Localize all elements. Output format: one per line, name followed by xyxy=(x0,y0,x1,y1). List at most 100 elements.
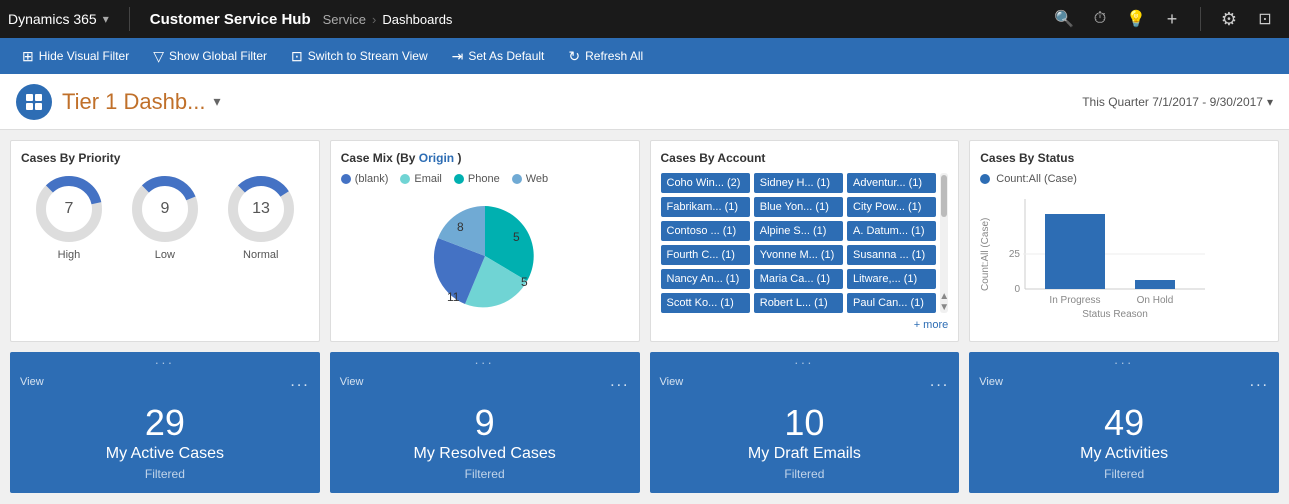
account-tag[interactable]: Fourth C... (1) xyxy=(661,245,750,265)
svg-text:5: 5 xyxy=(513,230,520,244)
donut-low-svg: 9 xyxy=(129,173,201,245)
svg-text:8: 8 xyxy=(457,220,464,234)
refresh-all-button[interactable]: ↻ Refresh All xyxy=(558,44,653,69)
legend-email-label: Email xyxy=(414,173,442,185)
module-name[interactable]: Customer Service Hub xyxy=(138,11,323,28)
settings-icon[interactable]: ⚙ xyxy=(1213,3,1245,35)
legend-web: Web xyxy=(512,173,548,185)
metric-dots-3[interactable]: ... xyxy=(1250,373,1269,391)
metric-name-2: My Draft Emails xyxy=(748,445,861,463)
help-icon[interactable]: ⊡ xyxy=(1249,3,1281,35)
metric-body-2: 10 My Draft Emails Filtered xyxy=(650,395,960,493)
metric-header-3: View ... xyxy=(969,367,1279,395)
pie-container: 5 5 8 11 xyxy=(341,191,629,321)
plus-icon[interactable]: + xyxy=(1156,3,1188,35)
case-mix-title: Case Mix (By Origin ) xyxy=(341,151,629,165)
breadcrumb-current: Dashboards xyxy=(382,12,452,27)
dashboard-header: Tier 1 Dashb... ▾ This Quarter 7/1/2017 … xyxy=(0,74,1289,130)
account-tag[interactable]: A. Datum... (1) xyxy=(847,221,936,241)
date-range-chevron[interactable]: ▾ xyxy=(1267,95,1273,109)
hide-visual-filter-label: Hide Visual Filter xyxy=(39,49,129,63)
legend-email: Email xyxy=(400,173,442,185)
clock-icon[interactable]: ⏱ xyxy=(1084,3,1116,35)
pie-legend: (blank) Email Phone Web xyxy=(341,173,629,185)
date-range-label: This Quarter 7/1/2017 - 9/30/2017 xyxy=(1082,95,1263,109)
breadcrumb-service[interactable]: Service xyxy=(323,12,366,27)
metric-dots-1[interactable]: ... xyxy=(610,373,629,391)
scroll-arrow-down[interactable]: ▼ xyxy=(939,302,949,313)
account-tag[interactable]: City Pow... (1) xyxy=(847,197,936,217)
account-tag[interactable]: Sidney H... (1) xyxy=(754,173,843,193)
svg-text:11: 11 xyxy=(447,290,460,304)
search-icon[interactable]: 🔍 xyxy=(1048,3,1080,35)
cases-by-status-card: Cases By Status Count:All (Case) Count:A… xyxy=(969,140,1279,342)
bell-icon[interactable]: 💡 xyxy=(1120,3,1152,35)
account-tag[interactable]: Scott Ko... (1) xyxy=(661,293,750,313)
metric-header-2: View ... xyxy=(650,367,960,395)
account-tag[interactable]: Adventur... (1) xyxy=(847,173,936,193)
dashboard-dropdown-icon[interactable]: ▾ xyxy=(213,93,220,110)
account-tag[interactable]: Nancy An... (1) xyxy=(661,269,750,289)
scroll-arrow-up[interactable]: ▲ xyxy=(939,291,949,302)
app-name-label: Dynamics 365 xyxy=(8,11,97,27)
account-with-scroll: Coho Win... (2)Sidney H... (1)Adventur..… xyxy=(661,173,949,313)
account-tag[interactable]: Maria Ca... (1) xyxy=(754,269,843,289)
dashboard-title[interactable]: Tier 1 Dashb... xyxy=(62,89,205,115)
metric-sub-3: Filtered xyxy=(1104,467,1144,481)
account-tag[interactable]: Paul Can... (1) xyxy=(847,293,936,313)
set-as-default-button[interactable]: ⇥ Set As Default xyxy=(442,44,555,69)
nav-divider-2 xyxy=(1200,7,1201,31)
metric-body-3: 49 My Activities Filtered xyxy=(969,395,1279,493)
filter-icon: ⊞ xyxy=(22,48,34,65)
metric-view-label-0[interactable]: View xyxy=(20,376,44,388)
bar-legend-label: Count:All (Case) xyxy=(996,173,1077,185)
switch-to-stream-button[interactable]: ⊡ Switch to Stream View xyxy=(281,44,438,69)
account-tag[interactable]: Contoso ... (1) xyxy=(661,221,750,241)
donut-low: 9 Low xyxy=(129,173,201,261)
svg-text:9: 9 xyxy=(160,200,169,217)
metric-dots-0[interactable]: ... xyxy=(290,373,309,391)
dashboard-icon xyxy=(16,84,52,120)
account-tag[interactable]: Blue Yon... (1) xyxy=(754,197,843,217)
account-tag[interactable]: Coho Win... (2) xyxy=(661,173,750,193)
metric-sub-0: Filtered xyxy=(145,467,185,481)
legend-blank-dot xyxy=(341,174,351,184)
metric-view-label-2[interactable]: View xyxy=(660,376,684,388)
show-global-filter-button[interactable]: ▽ Show Global Filter xyxy=(143,44,277,69)
show-global-filter-label: Show Global Filter xyxy=(169,49,267,63)
case-mix-origin-link[interactable]: Origin xyxy=(419,151,454,165)
donut-normal-label: Normal xyxy=(243,249,278,261)
account-tag[interactable]: Robert L... (1) xyxy=(754,293,843,313)
toolbar: ⊞ Hide Visual Filter ▽ Show Global Filte… xyxy=(0,38,1289,74)
account-tag[interactable]: Susanna ... (1) xyxy=(847,245,936,265)
metric-above-dots-3: ... xyxy=(969,352,1279,367)
account-tag[interactable]: Litware,... (1) xyxy=(847,269,936,289)
metric-above-dots-1: ... xyxy=(330,352,640,367)
app-name-section[interactable]: Dynamics 365 ▾ xyxy=(8,11,121,27)
legend-blank: (blank) xyxy=(341,173,389,185)
legend-email-dot xyxy=(400,174,410,184)
hide-visual-filter-button[interactable]: ⊞ Hide Visual Filter xyxy=(12,44,139,69)
metric-view-label-3[interactable]: View xyxy=(979,376,1003,388)
cases-by-priority-title: Cases By Priority xyxy=(21,151,309,165)
svg-text:Status Reason: Status Reason xyxy=(1082,309,1148,319)
set-as-default-label: Set As Default xyxy=(468,49,544,63)
more-accounts-link[interactable]: + more xyxy=(914,319,949,331)
metric-tile-0: ... View ... 29 My Active Cases Filtered xyxy=(10,352,320,493)
account-grid: Coho Win... (2)Sidney H... (1)Adventur..… xyxy=(661,173,937,313)
legend-web-label: Web xyxy=(526,173,548,185)
metric-view-label-1[interactable]: View xyxy=(340,376,364,388)
account-tag[interactable]: Yvonne M... (1) xyxy=(754,245,843,265)
metric-name-1: My Resolved Cases xyxy=(413,445,555,463)
metric-above-dots-0: ... xyxy=(10,352,320,367)
metric-dots-2[interactable]: ... xyxy=(930,373,949,391)
donut-normal-svg: 13 xyxy=(225,173,297,245)
app-dropdown-icon[interactable]: ▾ xyxy=(103,12,109,26)
cases-by-status-title: Cases By Status xyxy=(980,151,1268,165)
refresh-icon: ↻ xyxy=(568,48,580,65)
metric-number-3: 49 xyxy=(1104,403,1144,443)
account-tag[interactable]: Alpine S... (1) xyxy=(754,221,843,241)
account-tag[interactable]: Fabrikam... (1) xyxy=(661,197,750,217)
donut-high: 7 High xyxy=(33,173,105,261)
cases-by-account-title: Cases By Account xyxy=(661,151,949,165)
